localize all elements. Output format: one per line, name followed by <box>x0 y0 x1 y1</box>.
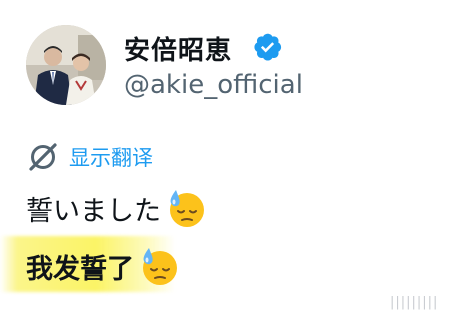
downcast-face-with-sweat-emoji <box>170 190 204 227</box>
verified-badge-icon <box>254 33 282 61</box>
post-original-text: 誓いました <box>26 185 207 231</box>
translated-text: 我发誓了 <box>26 253 134 285</box>
avatar[interactable] <box>26 25 106 105</box>
downcast-face-with-sweat-emoji <box>143 248 177 285</box>
user-handle[interactable]: @akie_official <box>124 70 303 100</box>
watermark: ||||||||| <box>390 295 439 310</box>
globe-slash-icon <box>29 143 57 171</box>
show-translation-button[interactable]: 显示翻译 <box>27 141 153 173</box>
post-translated-text: 我发誓了 <box>26 243 180 289</box>
show-translation-label[interactable]: 显示翻译 <box>69 142 153 172</box>
display-name[interactable]: 安倍昭恵 <box>124 30 232 67</box>
original-text: 誓いました <box>26 195 161 227</box>
